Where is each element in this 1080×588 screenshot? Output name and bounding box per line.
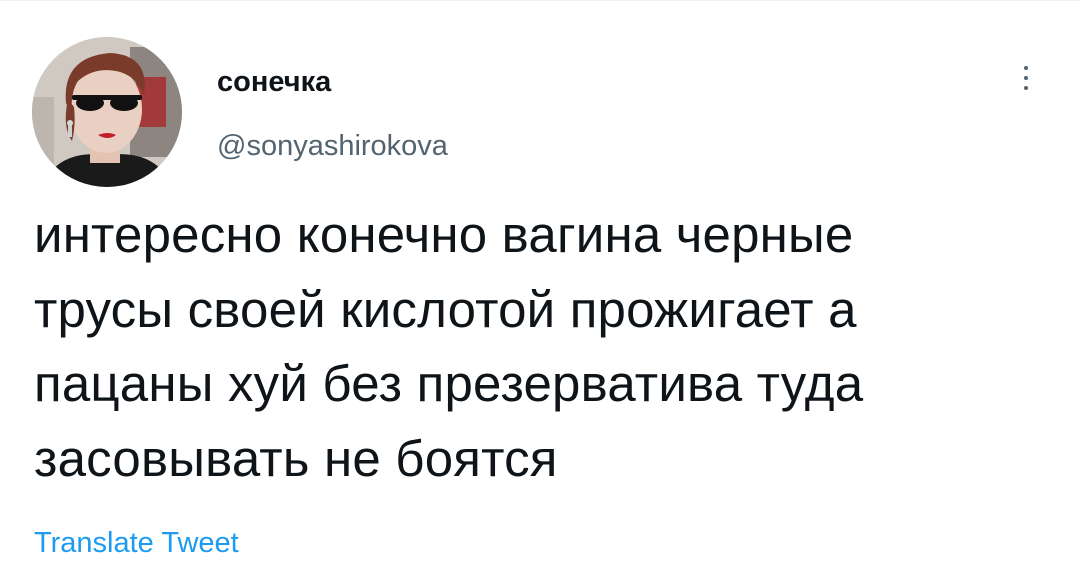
more-dot	[1024, 86, 1028, 90]
tweet-text-line: засовывать не боятся	[34, 429, 558, 487]
tweet-text-line: трусы своей кислотой прожигает а	[34, 280, 857, 338]
avatar[interactable]	[32, 37, 182, 187]
tweet-card: сонечка @sonyashirokova интересно конечн…	[0, 0, 1080, 588]
author-handle[interactable]: @sonyashirokova	[217, 128, 448, 164]
avatar-image	[32, 37, 182, 187]
author-display-name[interactable]: сонечка	[217, 64, 331, 100]
translate-tweet-link[interactable]: Translate Tweet	[34, 525, 239, 561]
tweet-text-line: пацаны хуй без презерватива туда	[34, 355, 864, 412]
more-dot	[1024, 66, 1028, 70]
tweet-text-line: интересно конечно вагина черные	[34, 206, 854, 263]
more-vertical-icon[interactable]	[1008, 58, 1044, 98]
tweet-text: интересно конечно вагина черные трусы св…	[34, 198, 1064, 496]
more-dot	[1024, 76, 1028, 80]
